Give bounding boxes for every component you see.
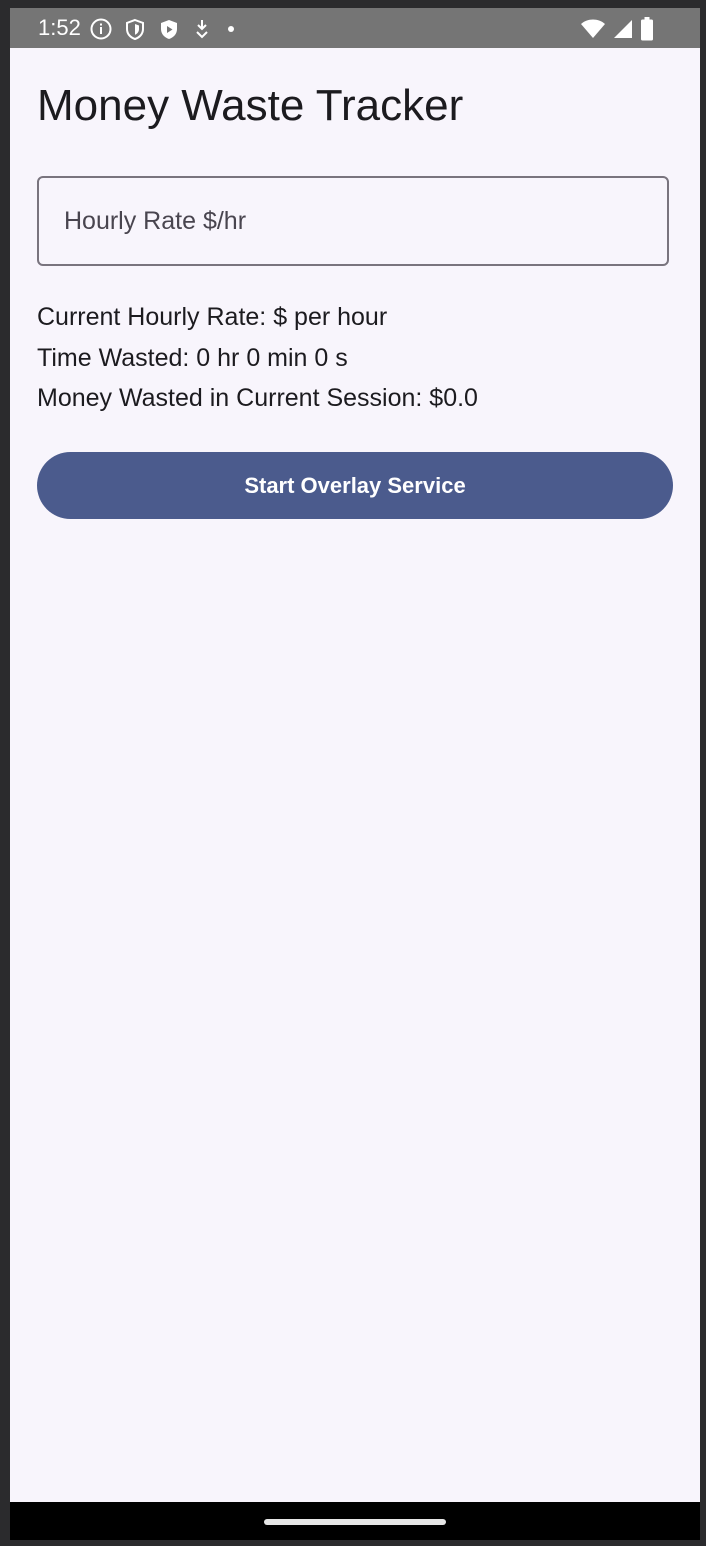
wifi-icon (580, 18, 606, 40)
device-frame: 1:52 Money Waste Tracker Hourly Rate $/h… (0, 0, 706, 1546)
page-title: Money Waste Tracker (37, 81, 464, 130)
battery-icon (640, 17, 654, 41)
home-gesture-handle[interactable] (264, 1519, 446, 1525)
play-protect-icon (158, 18, 180, 40)
shield-icon (124, 18, 146, 40)
phone-screen: 1:52 Money Waste Tracker Hourly Rate $/h… (10, 8, 700, 1540)
hourly-rate-input[interactable] (39, 178, 667, 264)
hourly-rate-field[interactable] (37, 176, 669, 266)
system-icons (580, 16, 654, 42)
start-overlay-service-button[interactable]: Start Overlay Service (37, 452, 673, 519)
status-bar: 1:52 (10, 8, 700, 48)
money-wasted-text: Money Wasted in Current Session: $0.0 (37, 384, 478, 412)
info-icon (90, 18, 112, 40)
current-rate-text: Current Hourly Rate: $ per hour (37, 303, 388, 331)
status-time: 1:52 (38, 15, 81, 40)
time-wasted-text: Time Wasted: 0 hr 0 min 0 s (37, 343, 348, 372)
download-icon (192, 18, 212, 40)
dot-icon (224, 18, 238, 40)
stats-block: Current Hourly Rate: $ per hour Time Was… (37, 297, 478, 419)
signal-icon (612, 18, 634, 40)
notification-icons (90, 16, 238, 42)
navigation-bar (10, 1502, 700, 1540)
